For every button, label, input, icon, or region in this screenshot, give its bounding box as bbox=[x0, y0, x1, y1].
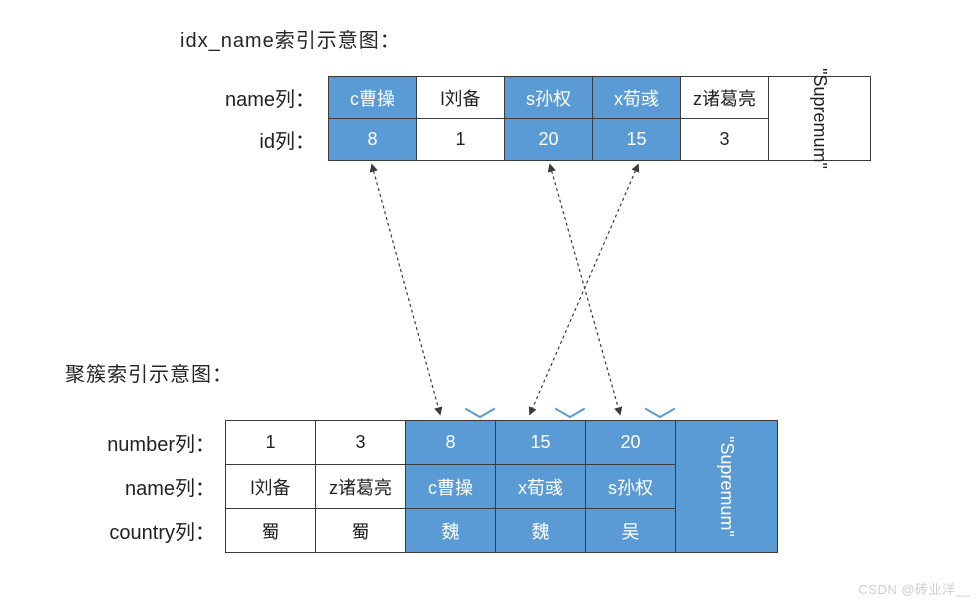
sec-cell-id: 3 bbox=[681, 119, 769, 161]
sec-cell-id: 1 bbox=[417, 119, 505, 161]
clu-cell-name: z诸葛亮 bbox=[316, 465, 406, 509]
clu-supremum: "Supremum" bbox=[676, 421, 778, 553]
sec-cell-name: c曹操 bbox=[329, 77, 417, 119]
clu-cell-number: 15 bbox=[496, 421, 586, 465]
sec-cell-name: z诸葛亮 bbox=[681, 77, 769, 119]
clustered-label-number: number列： bbox=[60, 420, 215, 464]
secondary-index-table: c曹操l刘备s孙权x荀彧z诸葛亮"Supremum" 8120153 bbox=[328, 76, 871, 161]
clu-cell-name: s孙权 bbox=[586, 465, 676, 509]
clustered-index-title: 聚簇索引示意图： bbox=[65, 358, 233, 387]
clu-cell-country: 魏 bbox=[496, 509, 586, 553]
sec-cell-name: x荀彧 bbox=[593, 77, 681, 119]
sec-cell-name: s孙权 bbox=[505, 77, 593, 119]
clu-cell-country: 魏 bbox=[406, 509, 496, 553]
watermark: CSDN @砖业洋__ bbox=[858, 579, 971, 598]
clu-cell-number: 1 bbox=[226, 421, 316, 465]
clu-cell-country: 吴 bbox=[586, 509, 676, 553]
sec-supremum: "Supremum" bbox=[769, 77, 871, 161]
sec-cell-id: 8 bbox=[329, 119, 417, 161]
tick-icon bbox=[466, 404, 494, 422]
clu-cell-name: l刘备 bbox=[226, 465, 316, 509]
clustered-label-country: country列： bbox=[60, 508, 215, 552]
secondary-label-name: name列： bbox=[175, 76, 315, 118]
clu-cell-name: c曹操 bbox=[406, 465, 496, 509]
clu-cell-name: x荀彧 bbox=[496, 465, 586, 509]
clu-cell-country: 蜀 bbox=[226, 509, 316, 553]
secondary-label-id: id列： bbox=[175, 118, 315, 160]
clu-cell-number: 20 bbox=[586, 421, 676, 465]
clu-cell-number: 8 bbox=[406, 421, 496, 465]
clustered-row-labels: number列： name列： country列： bbox=[60, 420, 215, 552]
secondary-index-title: idx_name索引示意图： bbox=[180, 24, 401, 53]
sec-cell-name: l刘备 bbox=[417, 77, 505, 119]
sec-cell-id: 20 bbox=[505, 119, 593, 161]
tick-icon bbox=[646, 404, 674, 422]
sec-cell-id: 15 bbox=[593, 119, 681, 161]
clu-cell-number: 3 bbox=[316, 421, 406, 465]
clustered-label-name: name列： bbox=[60, 464, 215, 508]
clustered-index-table: 1381520"Supremum"l刘备z诸葛亮c曹操x荀彧s孙权蜀蜀魏魏吴 bbox=[225, 420, 778, 553]
tick-icon bbox=[556, 404, 584, 422]
secondary-row-labels: name列： id列： bbox=[175, 76, 315, 160]
clu-cell-country: 蜀 bbox=[316, 509, 406, 553]
